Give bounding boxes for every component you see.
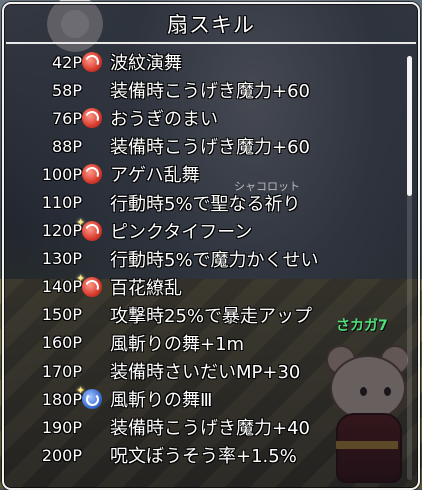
red-skill-icon [82,108,102,129]
skill-label: ピンクタイフーン [110,221,253,243]
scrollbar-thumb[interactable] [407,56,412,196]
skill-label: 装備時こうげき魔力+60 [110,137,310,159]
sparkle-icon: ✦ [76,215,86,229]
skill-points: 58P [51,80,82,100]
skill-label: 装備時こうげき魔力+60 [110,81,310,103]
skill-points: 100P [41,164,82,184]
skill-row[interactable]: 140P ✦ 百花繚乱 [4,271,408,301]
skill-points: 76P [51,108,82,128]
skill-points: 42P [51,52,82,72]
skill-row[interactable]: 76P おうぎのまい [4,104,408,132]
skill-label: おうぎのまい [110,109,218,131]
skill-points: 110P [41,193,82,213]
sparkle-icon: ✦ [76,271,86,285]
skill-label: 装備時さいだいMP+30 [110,362,301,384]
skill-row[interactable]: 100P アゲハ乱舞 [4,160,408,188]
skill-row[interactable]: 190P 装備時こうげき魔力+40 [4,413,408,441]
skill-points: 160P [41,333,82,353]
skill-label: 風斬りの舞+1m [110,333,245,355]
skill-row[interactable]: 130P 行動時5%で魔力かくせい [4,245,408,273]
skill-row[interactable]: 42P 波紋演舞 [4,48,408,76]
skill-row[interactable]: 170P 装備時さいだいMP+30 [4,357,408,385]
red-skill-icon [82,52,102,72]
sparkle-icon: ✦ [76,384,86,398]
skill-points: 130P [41,249,82,269]
skill-points: 150P [41,305,82,325]
skill-row[interactable]: 200P 呪文ぼうそう率+1.5% [4,441,408,469]
skill-row[interactable]: 120P ✦ ピンクタイフーン [4,215,408,245]
skill-window-title-bar: 扇スキル [6,6,416,44]
skill-row[interactable]: 110P 行動時5%で聖なる祈り [4,188,408,216]
skill-label: 行動時5%で魔力かくせい [110,249,319,271]
party-member-name: さカガ7 [336,318,388,334]
skill-label: 百花繚乱 [110,277,182,299]
skill-window: 扇スキル 42P 波紋演舞 58P 装備時こうげき魔力+60 76P おうぎのまい 88P 装… [2,2,420,490]
skill-label: 波紋演舞 [110,53,182,75]
skill-list: 42P 波紋演舞 58P 装備時こうげき魔力+60 76P おうぎのまい 88P 装備時こうげ… [4,48,408,469]
skill-row[interactable]: 88P 装備時こうげき魔力+60 [4,132,408,160]
red-skill-icon [82,164,102,185]
skill-points: 88P [51,136,82,156]
skill-label: 呪文ぼうそう率+1.5% [110,446,297,468]
skill-points: 190P [41,417,82,437]
skill-label: 装備時こうげき魔力+40 [110,418,310,440]
skill-window-title: 扇スキル [167,13,255,37]
skill-label: 風斬りの舞Ⅲ [110,390,213,412]
skill-points: 170P [41,361,82,381]
skill-label: アゲハ乱舞 [110,165,200,187]
skill-label: 攻撃時25%で暴走アップ [110,305,313,327]
skill-row[interactable]: 180P ✦ 風斬りの舞Ⅲ [4,384,408,413]
player-name-tag: シャコロット [234,180,300,193]
skill-points: 200P [41,445,82,465]
skill-row[interactable]: 58P 装備時こうげき魔力+60 [4,76,408,104]
